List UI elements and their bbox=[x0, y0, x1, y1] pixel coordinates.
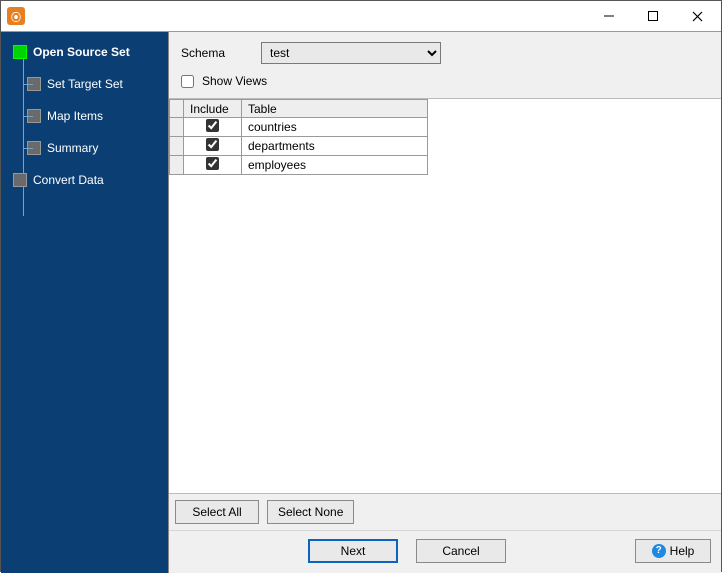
include-checkbox[interactable] bbox=[206, 138, 219, 151]
table-row[interactable]: departments bbox=[170, 137, 428, 156]
app-icon: ⦿ bbox=[7, 7, 25, 25]
step-marker-icon bbox=[13, 173, 27, 187]
table-row[interactable]: employees bbox=[170, 156, 428, 175]
help-icon: ? bbox=[652, 544, 666, 558]
select-all-button[interactable]: Select All bbox=[175, 500, 259, 524]
include-cell bbox=[184, 137, 242, 156]
maximize-icon[interactable] bbox=[631, 2, 675, 30]
table-row[interactable]: countries bbox=[170, 118, 428, 137]
wizard-step[interactable]: Open Source Set bbox=[13, 42, 168, 62]
main-panel: Schema test Show Views Include Table bbox=[168, 32, 721, 573]
row-header[interactable] bbox=[170, 156, 184, 175]
next-button[interactable]: Next bbox=[308, 539, 398, 563]
help-button[interactable]: ? Help bbox=[635, 539, 711, 563]
include-cell bbox=[184, 118, 242, 137]
table-name-cell: employees bbox=[242, 156, 428, 175]
tables-grid: Include Table countriesdepartmentsemploy… bbox=[169, 98, 721, 494]
grid-corner bbox=[170, 100, 184, 118]
window-controls bbox=[587, 2, 719, 30]
schema-label: Schema bbox=[181, 46, 261, 60]
selection-toolbar: Select All Select None bbox=[169, 494, 721, 530]
column-header-include[interactable]: Include bbox=[184, 100, 242, 118]
wizard-step[interactable]: Set Target Set bbox=[13, 74, 168, 94]
schema-select[interactable]: test bbox=[261, 42, 441, 64]
select-none-button[interactable]: Select None bbox=[267, 500, 354, 524]
row-header[interactable] bbox=[170, 137, 184, 156]
include-checkbox[interactable] bbox=[206, 119, 219, 132]
show-views-checkbox[interactable] bbox=[181, 75, 194, 88]
cancel-button[interactable]: Cancel bbox=[416, 539, 506, 563]
wizard-step-label: Map Items bbox=[47, 109, 103, 123]
wizard-step-label: Convert Data bbox=[33, 173, 104, 187]
step-marker-icon bbox=[13, 45, 27, 59]
include-cell bbox=[184, 156, 242, 175]
wizard-step[interactable]: Map Items bbox=[13, 106, 168, 126]
help-button-label: Help bbox=[670, 544, 695, 558]
wizard-step-label: Open Source Set bbox=[33, 45, 130, 59]
table-name-cell: departments bbox=[242, 137, 428, 156]
show-views-label[interactable]: Show Views bbox=[202, 74, 267, 88]
titlebar: ⦿ bbox=[1, 1, 721, 31]
row-header[interactable] bbox=[170, 118, 184, 137]
close-icon[interactable] bbox=[675, 2, 719, 30]
minimize-icon[interactable] bbox=[587, 2, 631, 30]
wizard-step-label: Set Target Set bbox=[47, 77, 123, 91]
wizard-steps-sidebar: Open Source Set Set Target Set Map Items Su… bbox=[1, 32, 168, 573]
wizard-step[interactable]: Convert Data bbox=[13, 170, 168, 190]
table-name-cell: countries bbox=[242, 118, 428, 137]
include-checkbox[interactable] bbox=[206, 157, 219, 170]
column-header-table[interactable]: Table bbox=[242, 100, 428, 118]
wizard-step-label: Summary bbox=[47, 141, 98, 155]
wizard-button-bar: Next Cancel ? Help bbox=[169, 530, 721, 573]
wizard-step[interactable]: Summary bbox=[13, 138, 168, 158]
